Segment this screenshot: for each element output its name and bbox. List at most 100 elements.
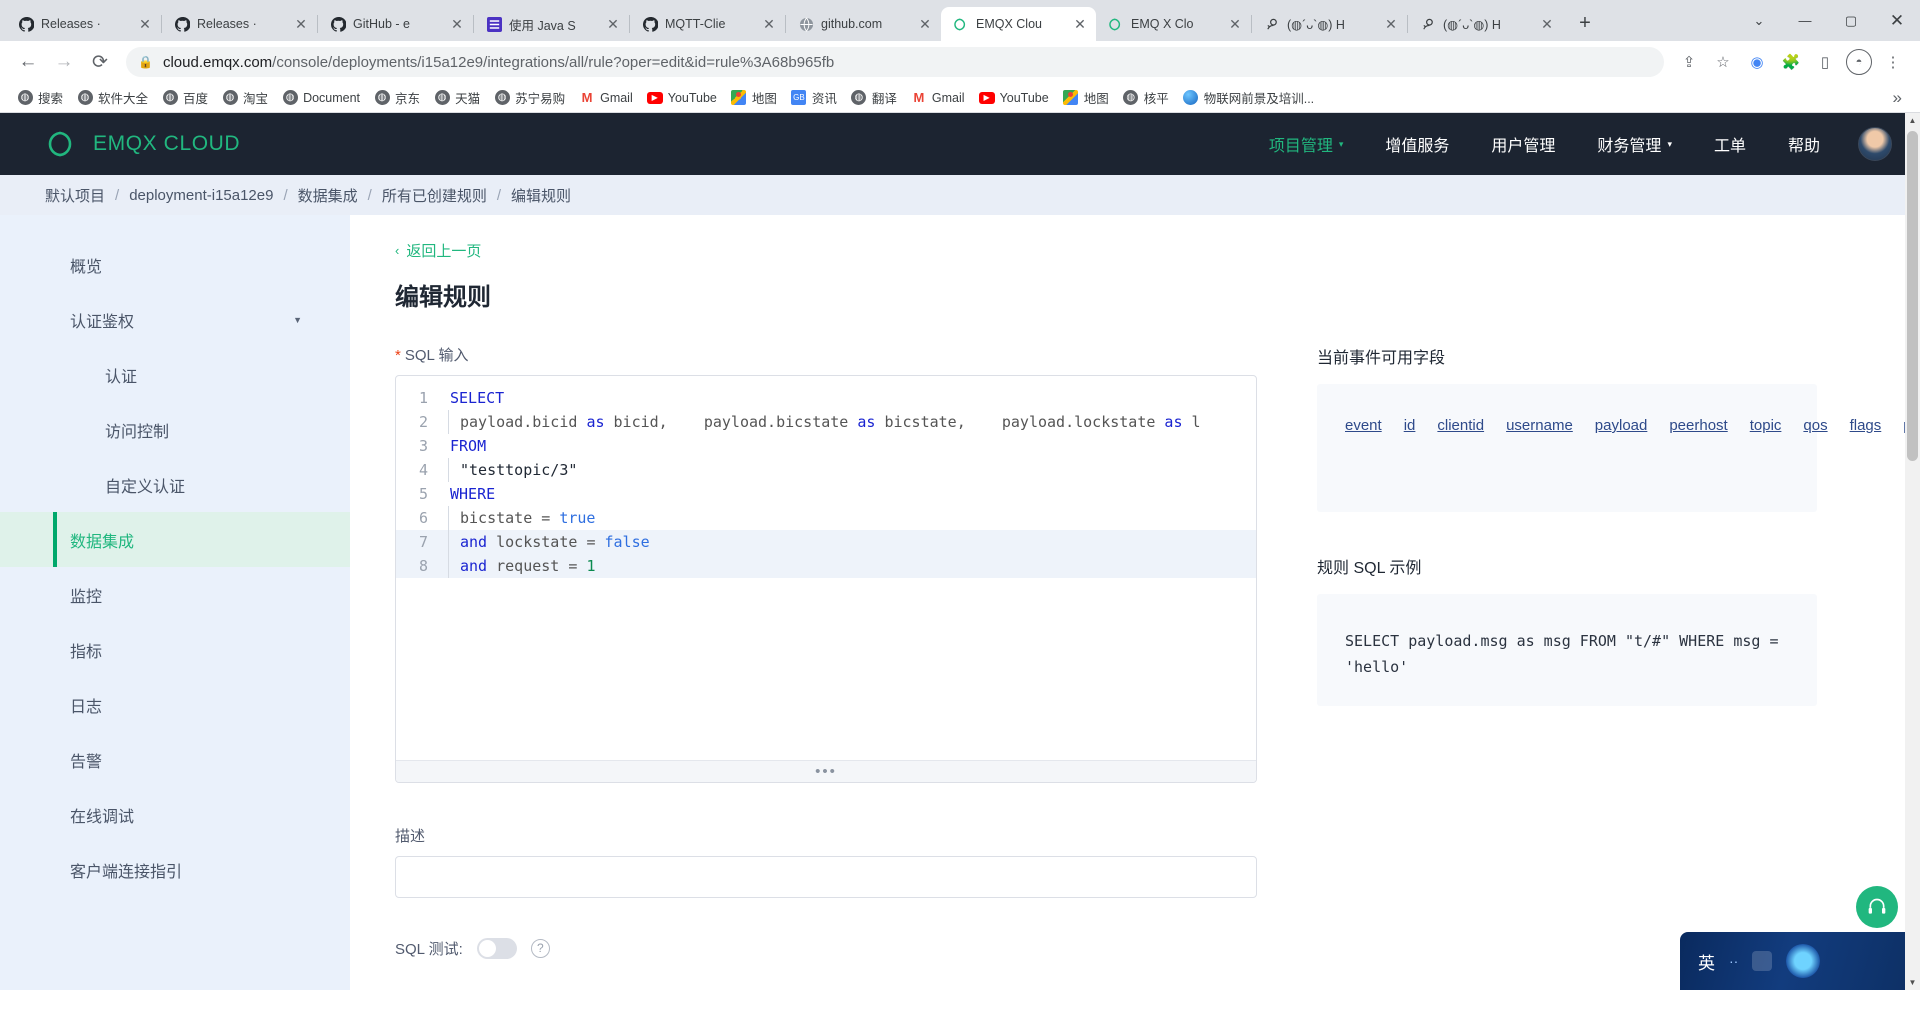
browser-tab[interactable]: MQTT-Clie ✕ [630,7,785,41]
bookmark-item[interactable]: ◍ 核平 [1116,85,1176,110]
breadcrumb-item[interactable]: deployment-i15a12e9 [129,187,273,204]
available-field-tag[interactable]: id [1404,417,1416,434]
back-icon[interactable]: ← [12,46,44,78]
sidebar-item[interactable]: 告警 [0,732,350,787]
close-tab-icon[interactable]: ✕ [293,16,309,32]
breadcrumb-item[interactable]: 所有已创建规则 [382,185,487,206]
scroll-up-arrow[interactable]: ▲ [1905,113,1920,128]
sidebar-item[interactable]: 日志 [0,677,350,732]
help-icon[interactable]: ? [530,939,550,958]
star-icon[interactable]: ☆ [1708,47,1738,77]
bookmark-item[interactable]: ◍ 百度 [155,85,215,110]
bookmark-item[interactable]: ◍ 苏宁易购 [487,85,572,110]
sidebar-item[interactable]: 数据集成 [0,512,350,567]
bookmark-item[interactable]: ◍ 天猫 [427,85,487,110]
user-avatar[interactable] [1858,127,1892,161]
sql-test-toggle[interactable] [476,938,517,959]
bookmark-item[interactable]: M Gmail [904,87,972,109]
breadcrumb-item[interactable]: 数据集成 [298,185,358,206]
browser-tab[interactable]: (◍´ᴗ`◍) H ✕ [1252,7,1407,41]
profile-icon[interactable]: ◓ [1844,47,1874,77]
available-field-tag[interactable]: qos [1803,417,1827,434]
maximize-button[interactable]: ▢ [1828,0,1874,41]
sidebar-item[interactable]: 认证鉴权 ▼ [0,292,350,347]
ime-assistant-icon[interactable] [1786,944,1821,978]
address-bar[interactable]: 🔒 cloud.emqx.com/console/deployments/i15… [126,47,1664,77]
bookmark-item[interactable]: ◍ 软件大全 [70,85,155,110]
close-tab-icon[interactable]: ✕ [137,16,153,32]
sql-editor[interactable]: 1 SELECT 2 payload.bicid as bicid, payload.… [395,375,1257,783]
sidebar-item[interactable]: 自定义认证 [0,457,350,512]
bookmark-item[interactable]: ▶ YouTube [640,87,724,109]
emqx-logo[interactable]: EMQX CLOUD [45,129,240,159]
page-scrollbar[interactable]: ▲ ▼ [1905,113,1920,990]
browser-tab[interactable]: GitHub - e ✕ [318,7,473,41]
browser-tab[interactable]: Releases · ✕ [6,7,161,41]
sidepanel-icon[interactable]: ▯ [1810,47,1840,77]
available-field-tag[interactable]: username [1506,417,1573,434]
sidebar-item[interactable]: 访问控制 [0,402,350,457]
topnav-item[interactable]: 项目管理 ▾ [1269,132,1344,156]
ime-mode-label[interactable]: 英 [1698,949,1715,974]
ime-tool-icon[interactable] [1752,951,1773,971]
editor-resize-handle[interactable]: ••• [396,760,1256,782]
new-tab-button[interactable]: + [1571,10,1599,38]
sidebar-item[interactable]: 在线调试 [0,787,350,842]
bookmark-item[interactable]: ▶ YouTube [972,87,1056,109]
extension-color-icon[interactable]: ◉ [1742,47,1772,77]
menu-icon[interactable]: ⋮ [1878,47,1908,77]
close-tab-icon[interactable]: ✕ [1383,16,1399,32]
available-field-tag[interactable]: flags [1850,417,1882,434]
back-link[interactable]: ‹ 返回上一页 [395,240,1875,261]
bookmark-item[interactable]: ◍ 翻译 [844,85,904,110]
browser-tab[interactable]: EMQ X Clo ✕ [1096,7,1251,41]
bookmark-item[interactable]: 物联网前景及培训... [1176,85,1321,110]
browser-tab[interactable]: Releases · ✕ [162,7,317,41]
browser-tab[interactable]: github.com ✕ [786,7,941,41]
sidebar-item[interactable]: 概览 [0,237,350,292]
topnav-item[interactable]: 用户管理 [1491,132,1555,156]
browser-tab[interactable]: (◍´ᴗ`◍) H ✕ [1408,7,1563,41]
available-field-tag[interactable]: peerhost [1669,417,1727,434]
tab-search-icon[interactable]: ⌄ [1736,0,1782,41]
sidebar-item[interactable]: 监控 [0,567,350,622]
topnav-item[interactable]: 财务管理 ▾ [1597,132,1672,156]
ime-toolbar[interactable]: 英 ·· [1680,932,1920,990]
close-window-button[interactable]: ✕ [1874,0,1920,41]
bookmark-item[interactable]: GB 资讯 [784,85,844,110]
forward-icon[interactable]: → [48,46,80,78]
bookmark-item[interactable]: ◍ 搜索 [10,85,70,110]
available-field-tag[interactable]: topic [1750,417,1782,434]
sql-editor-code[interactable]: 1 SELECT 2 payload.bicid as bicid, payload.… [396,376,1256,578]
browser-tab-active[interactable]: EMQX Clou ✕ [941,7,1096,41]
close-tab-icon[interactable]: ✕ [1072,16,1088,32]
available-field-tag[interactable]: clientid [1437,417,1484,434]
bookmarks-overflow-button[interactable]: » [1885,88,1910,108]
reload-icon[interactable]: ⟳ [84,46,116,78]
bookmark-item[interactable]: 地图 [1056,85,1116,110]
breadcrumb-item[interactable]: 默认项目 [45,185,105,206]
page-scrollbar-thumb[interactable] [1907,131,1918,461]
support-chat-button[interactable] [1856,886,1898,928]
chevron-down-icon[interactable]: ▼ [293,315,302,325]
topnav-item[interactable]: 工单 [1714,132,1746,156]
sidebar-item[interactable]: 认证 [0,347,350,402]
available-field-tag[interactable]: payload [1595,417,1648,434]
close-tab-icon[interactable]: ✕ [449,16,465,32]
bookmark-item[interactable]: 地图 [724,85,784,110]
scroll-down-arrow[interactable]: ▼ [1905,975,1920,990]
sidebar-item[interactable]: 客户端连接指引 [0,842,350,897]
sidebar-item[interactable]: 指标 [0,622,350,677]
close-tab-icon[interactable]: ✕ [1227,16,1243,32]
puzzle-icon[interactable]: 🧩 [1776,47,1806,77]
available-field-tag[interactable]: event [1345,417,1382,434]
share-icon[interactable]: ⇪ [1674,47,1704,77]
minimize-button[interactable]: — [1782,0,1828,41]
close-tab-icon[interactable]: ✕ [605,16,621,32]
bookmark-item[interactable]: M Gmail [572,87,640,109]
close-tab-icon[interactable]: ✕ [761,16,777,32]
browser-tab[interactable]: 使用 Java S ✕ [474,7,629,41]
bookmark-item[interactable]: ◍ 京东 [367,85,427,110]
topnav-item[interactable]: 增值服务 [1385,132,1449,156]
bookmark-item[interactable]: ◍ 淘宝 [215,85,275,110]
